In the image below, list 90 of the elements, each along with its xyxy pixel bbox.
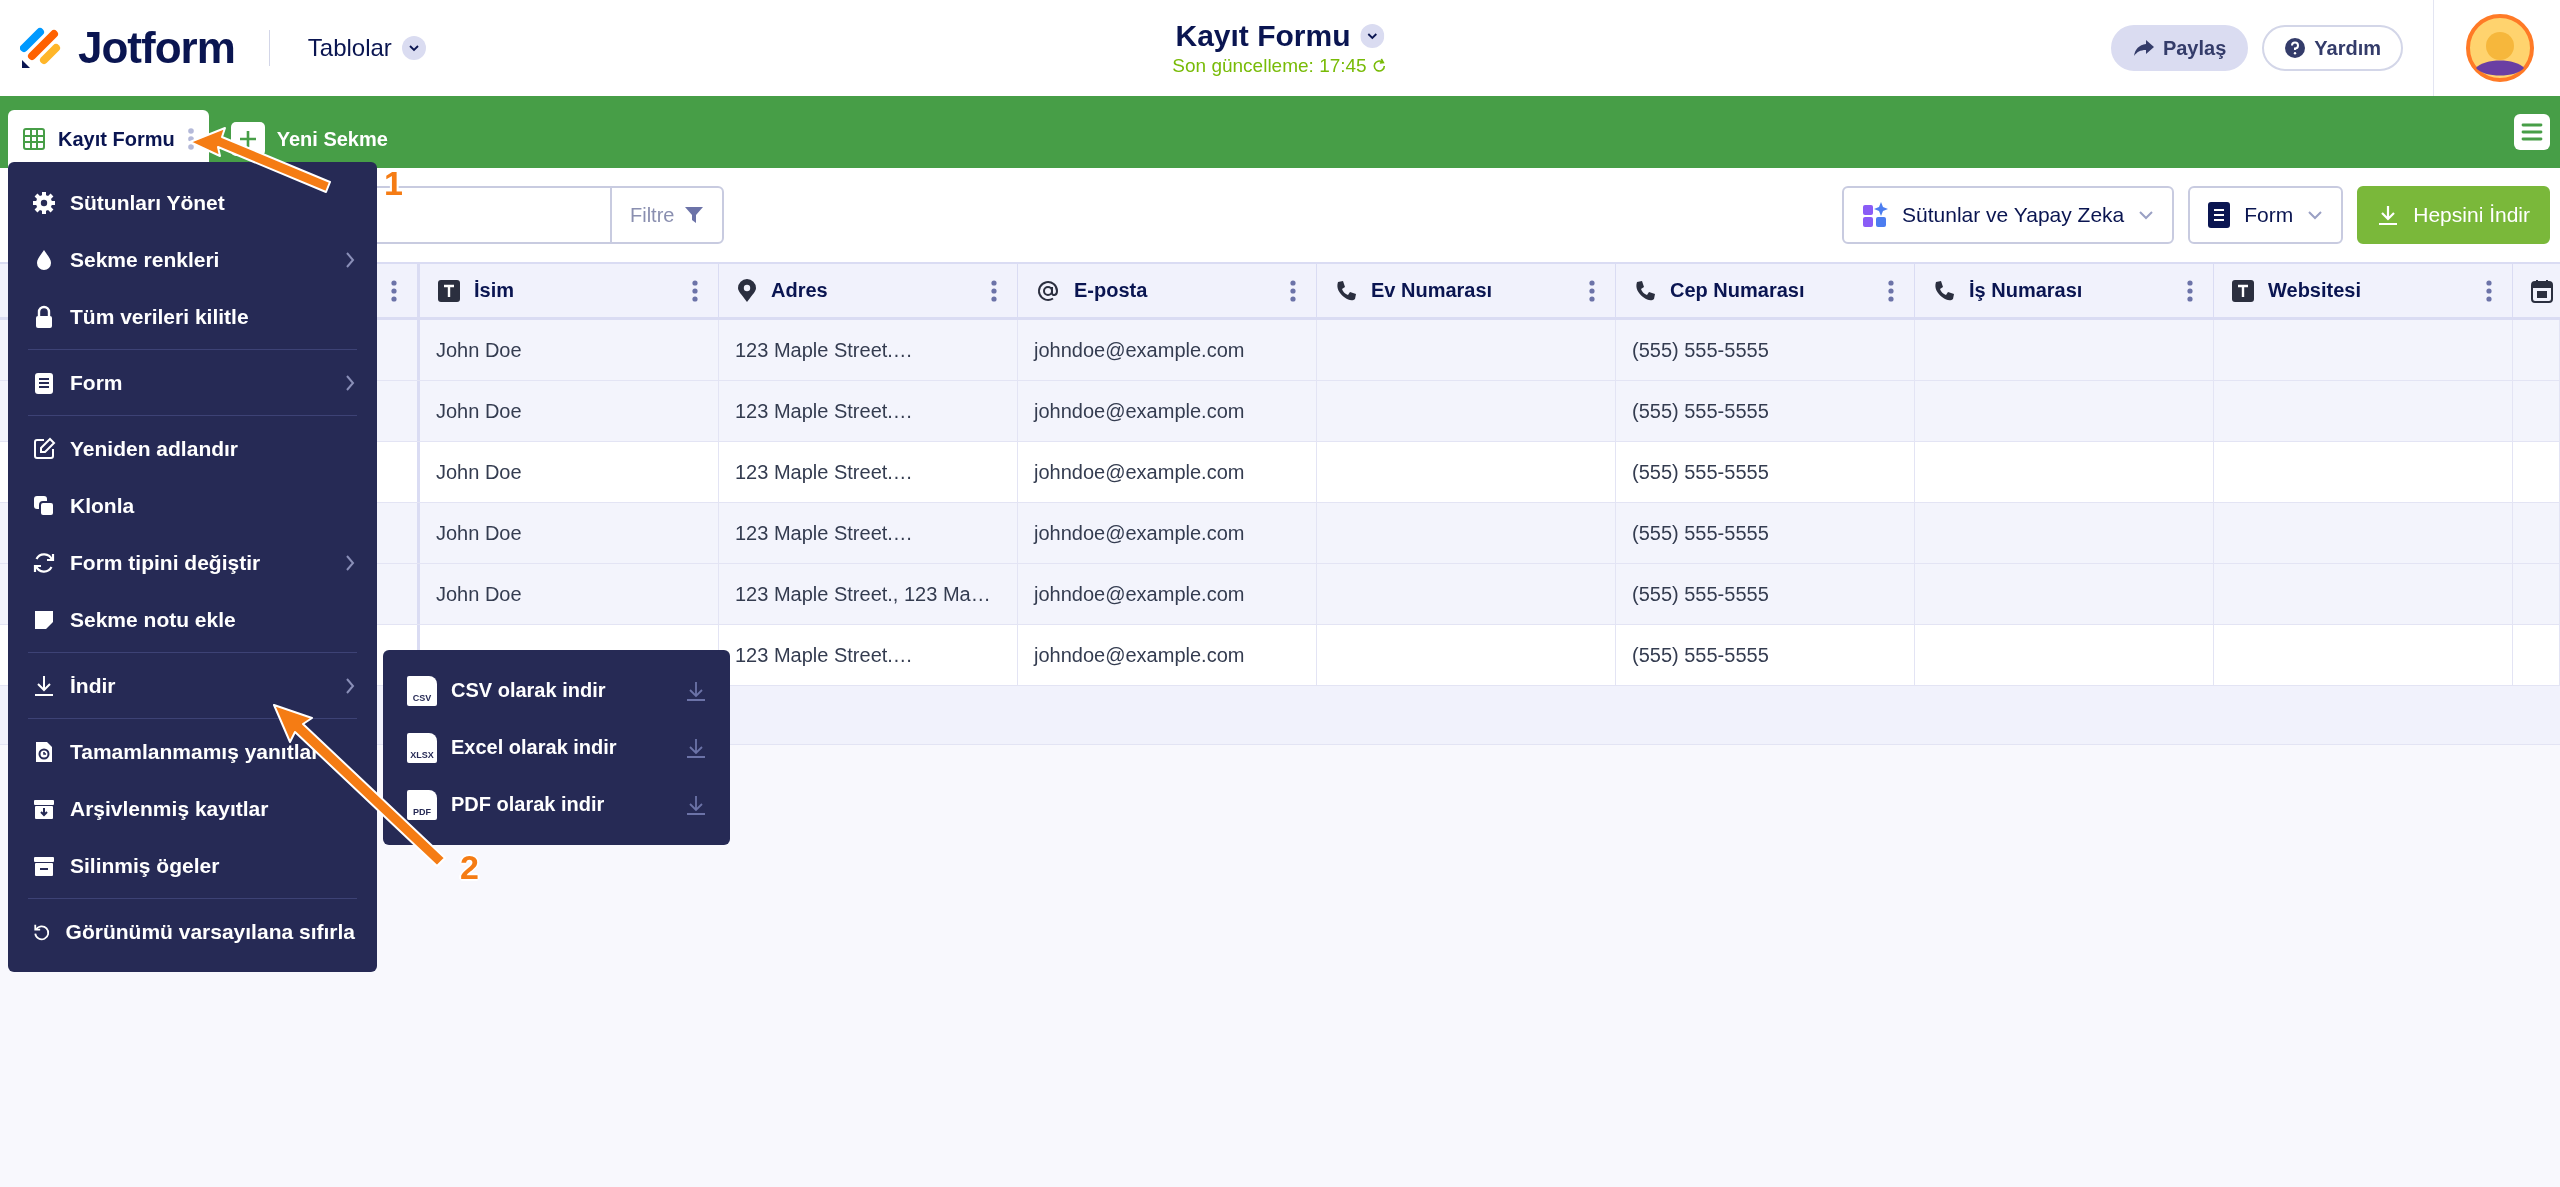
phone-icon bbox=[1634, 279, 1656, 302]
form-title[interactable]: Kayıt Formu bbox=[1175, 19, 1385, 53]
kebab-icon[interactable] bbox=[2486, 279, 2492, 302]
chevron-icon bbox=[1360, 24, 1385, 48]
menu-item[interactable]: Sütunları Yönet bbox=[8, 174, 377, 231]
sparkle-grid-icon bbox=[1862, 202, 1889, 228]
table-cell: 123 Maple Street.… bbox=[735, 338, 913, 362]
table-cell: John Doe bbox=[436, 399, 522, 423]
column-header[interactable]: Ev Numarası bbox=[1317, 264, 1616, 317]
at-icon bbox=[1036, 278, 1060, 303]
share-icon bbox=[2132, 39, 2155, 57]
help-button[interactable]: Yardım bbox=[2262, 25, 2403, 71]
menu-icon-glyph bbox=[32, 673, 56, 698]
grid-icon bbox=[22, 127, 46, 151]
kebab-icon[interactable] bbox=[1888, 279, 1894, 302]
file-icon: PDF bbox=[407, 789, 437, 820]
menu-item[interactable]: PDF PDF olarak indir bbox=[383, 776, 730, 833]
table-cell: (555) 555-5555 bbox=[1632, 338, 1769, 362]
table-cell: johndoe@example.com bbox=[1034, 643, 1245, 667]
column-header[interactable]: E-posta bbox=[1018, 264, 1317, 317]
table-cell: johndoe@example.com bbox=[1034, 460, 1245, 484]
table-cell: 123 Maple Street., 123 Ma… bbox=[735, 582, 991, 606]
file-icon: CSV bbox=[407, 675, 437, 706]
pin-icon bbox=[737, 278, 757, 303]
menu-icon-glyph bbox=[32, 190, 56, 215]
column-header[interactable]: İsim bbox=[420, 264, 719, 317]
table-cell: (555) 555-5555 bbox=[1632, 460, 1769, 484]
table-cell: (555) 555-5555 bbox=[1632, 399, 1769, 423]
column-header[interactable]: Websitesi bbox=[2214, 264, 2513, 317]
help-icon bbox=[2284, 37, 2307, 59]
table-cell: johndoe@example.com bbox=[1034, 399, 1245, 423]
table-cell: (555) 555-5555 bbox=[1632, 582, 1769, 606]
table-cell: 123 Maple Street.… bbox=[735, 460, 913, 484]
chevron-icon bbox=[2307, 210, 2324, 220]
text-icon bbox=[2232, 279, 2254, 302]
menu-item[interactable]: Tamamlanmamış yanıtlar bbox=[8, 723, 377, 780]
kebab-icon[interactable] bbox=[1290, 279, 1296, 302]
table-cell: John Doe bbox=[436, 521, 522, 545]
table-cell: johndoe@example.com bbox=[1034, 338, 1245, 362]
form-button[interactable]: Form bbox=[2188, 186, 2344, 244]
menu-item[interactable]: Görünümü varsayılana sıfırla bbox=[8, 903, 377, 960]
menu-icon[interactable] bbox=[2514, 114, 2550, 150]
table-cell: (555) 555-5555 bbox=[1632, 643, 1769, 667]
table-cell: John Doe bbox=[436, 582, 522, 606]
kebab-icon[interactable] bbox=[2187, 279, 2193, 302]
form-icon bbox=[2208, 202, 2231, 228]
table-cell: johndoe@example.com bbox=[1034, 582, 1245, 606]
logo-text[interactable]: Jotform bbox=[78, 23, 235, 73]
section-dropdown[interactable]: Tablolar bbox=[303, 30, 430, 66]
column-header[interactable]: İş Numarası bbox=[1915, 264, 2214, 317]
menu-item[interactable]: Silinmiş ögeler bbox=[8, 837, 377, 894]
table-cell: 123 Maple Street.… bbox=[735, 643, 913, 667]
download-icon bbox=[686, 679, 706, 702]
kebab-icon[interactable] bbox=[991, 279, 997, 302]
avatar-icon[interactable] bbox=[2466, 14, 2534, 82]
refresh-icon[interactable] bbox=[1371, 58, 1388, 74]
annotation-number: 2 bbox=[460, 850, 479, 884]
filter-icon bbox=[684, 205, 705, 225]
menu-icon-glyph bbox=[32, 436, 56, 461]
menu-item[interactable]: Arşivlenmiş kayıtlar bbox=[8, 780, 377, 837]
kebab-icon[interactable] bbox=[692, 279, 698, 302]
chevron-icon bbox=[401, 36, 426, 60]
annotation-number: 1 bbox=[384, 166, 403, 200]
kebab-icon[interactable] bbox=[1589, 279, 1595, 302]
table-cell: 123 Maple Street.… bbox=[735, 521, 913, 545]
calendar-icon bbox=[2531, 278, 2553, 303]
text-icon bbox=[438, 279, 460, 302]
column-header[interactable]: Cep Numarası bbox=[1616, 264, 1915, 317]
table-cell: johndoe@example.com bbox=[1034, 521, 1245, 545]
share-button[interactable]: Paylaş bbox=[2110, 25, 2249, 71]
table-cell: 123 Maple Street.… bbox=[735, 399, 913, 423]
menu-item[interactable]: XLSX Excel olarak indir bbox=[383, 719, 730, 776]
download-icon bbox=[2377, 204, 2400, 226]
last-updated: Son güncelleme: 17:45 bbox=[1172, 55, 1367, 77]
phone-icon bbox=[1933, 279, 1955, 302]
menu-icon-glyph bbox=[32, 493, 56, 518]
download-icon bbox=[686, 736, 706, 759]
menu-icon-glyph bbox=[32, 370, 56, 395]
table-cell: John Doe bbox=[436, 338, 522, 362]
file-icon: XLSX bbox=[407, 732, 437, 763]
menu-item[interactable]: Sekme renkleri bbox=[8, 231, 377, 288]
kebab-icon[interactable] bbox=[391, 279, 397, 302]
column-header[interactable]: Adres bbox=[719, 264, 1018, 317]
columns-ai-button[interactable]: Sütunlar ve Yapay Zeka bbox=[1842, 186, 2175, 244]
chevron-icon bbox=[2138, 210, 2155, 220]
download-icon bbox=[686, 793, 706, 816]
table-cell: (555) 555-5555 bbox=[1632, 521, 1769, 545]
phone-icon bbox=[1335, 279, 1357, 302]
table-cell: John Doe bbox=[436, 460, 522, 484]
menu-icon-glyph bbox=[32, 550, 56, 575]
